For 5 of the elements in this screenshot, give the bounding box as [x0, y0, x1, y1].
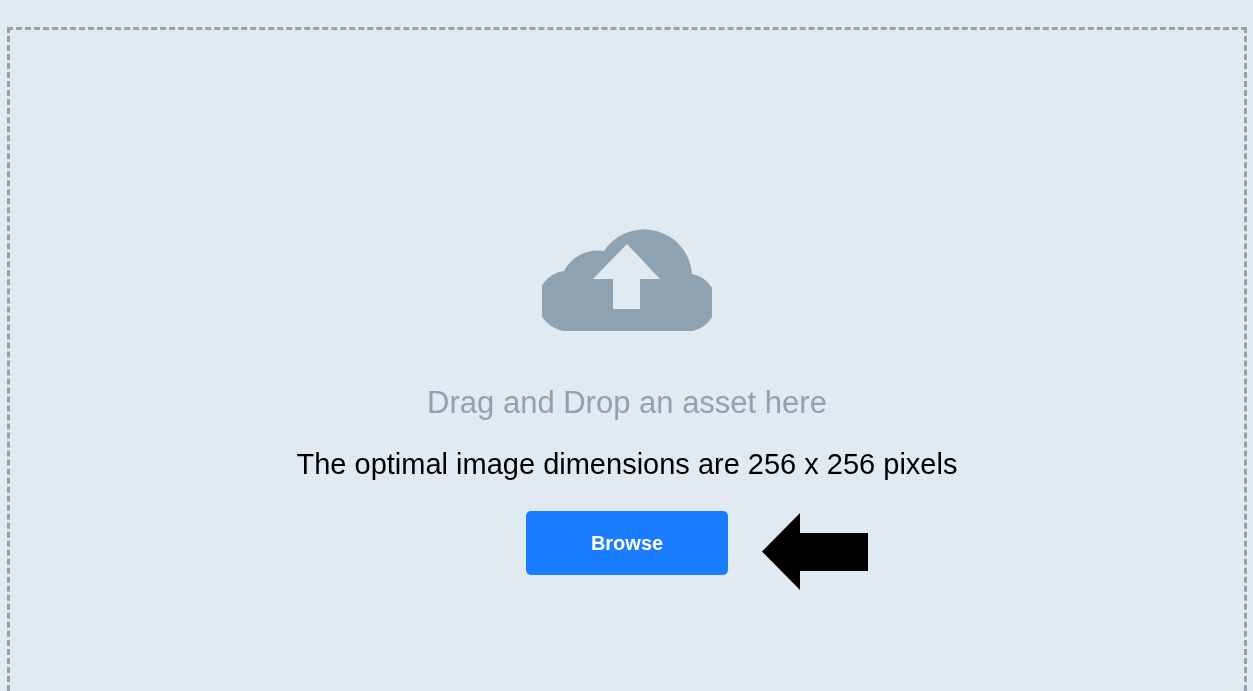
dimensions-note: The optimal image dimensions are 256 x 256 pixels: [296, 447, 958, 481]
arrow-icon: [762, 513, 868, 590]
browse-button[interactable]: Browse: [526, 511, 728, 575]
drop-hint: Drag and Drop an asset here: [427, 385, 827, 421]
drop-zone[interactable]: Drag and Drop an asset here The optimal image dimensions are 256 x 256 pixels Browse: [7, 27, 1247, 691]
